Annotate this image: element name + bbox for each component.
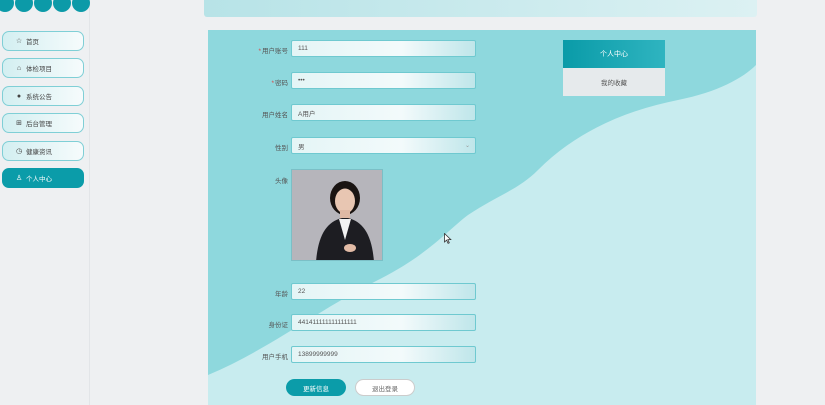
bag-icon: ⌂ — [16, 64, 22, 72]
sidebar: ☆ 首页 ⌂ 体检项目 ● 系统公告 ⊞ 后台管理 ◷ 健康资讯 ♙ 个人中心 — [0, 0, 90, 405]
password-input[interactable]: ••• — [291, 72, 476, 89]
phone-input[interactable]: 13899999999 — [291, 346, 476, 363]
avatar[interactable] — [291, 169, 383, 261]
page-right-margin — [790, 0, 825, 405]
personal-center-menu-title[interactable]: 个人中心 — [563, 40, 665, 68]
menu-item-favorites[interactable]: 我的收藏 — [563, 68, 665, 96]
avatar-photo — [292, 170, 382, 260]
age-label: 年龄 — [275, 291, 288, 298]
sidebar-item-label: 首页 — [26, 39, 39, 46]
clock-icon: ◷ — [15, 148, 23, 155]
name-label: 用户姓名 — [262, 112, 288, 119]
sidebar-item-home[interactable]: ☆ 首页 — [2, 31, 84, 51]
idcard-label: 身份证 — [268, 322, 289, 329]
idcard-input[interactable]: 441411111111111111 — [291, 314, 476, 331]
sidebar-item-label: 健康资讯 — [26, 149, 52, 156]
grid-icon: ⊞ — [16, 120, 22, 127]
gender-label: 性别 — [275, 145, 288, 152]
account-label: *用户账号 — [258, 48, 288, 55]
sidebar-item-admin[interactable]: ⊞ 后台管理 — [2, 113, 84, 133]
sidebar-item-label: 系统公告 — [26, 94, 52, 101]
name-input[interactable]: A用户 — [291, 104, 476, 121]
sidebar-item-personal-center[interactable]: ♙ 个人中心 — [2, 168, 84, 188]
age-input[interactable]: 22 — [291, 283, 476, 300]
sidebar-item-checkup[interactable]: ⌂ 体检项目 — [2, 58, 84, 78]
mouse-cursor-icon — [444, 233, 452, 244]
sidebar-item-label: 个人中心 — [26, 176, 52, 183]
user-icon: ♙ — [15, 175, 23, 182]
gender-select[interactable]: 男 ⌄ — [291, 137, 476, 154]
update-info-button[interactable]: 更新信息 — [286, 379, 346, 396]
personal-center-menu: 个人中心 我的收藏 — [563, 40, 665, 96]
phone-label: 用户手机 — [262, 354, 288, 361]
gender-value: 男 — [298, 143, 305, 151]
sidebar-decoration — [0, 0, 90, 16]
avatar-label: 头像 — [275, 178, 288, 185]
page-title-bar — [204, 0, 757, 17]
chevron-down-icon: ⌄ — [464, 143, 470, 149]
info-icon: ● — [16, 92, 22, 100]
logout-button[interactable]: 退出登录 — [355, 379, 415, 396]
sidebar-item-label: 体检项目 — [26, 66, 52, 73]
sidebar-item-label: 后台管理 — [26, 121, 52, 128]
sidebar-item-announcements[interactable]: ● 系统公告 — [2, 86, 84, 106]
account-input[interactable]: 111 — [291, 40, 476, 57]
sidebar-item-health-news[interactable]: ◷ 健康资讯 — [2, 141, 84, 161]
star-icon: ☆ — [15, 38, 23, 45]
password-label: *密码 — [271, 80, 288, 87]
